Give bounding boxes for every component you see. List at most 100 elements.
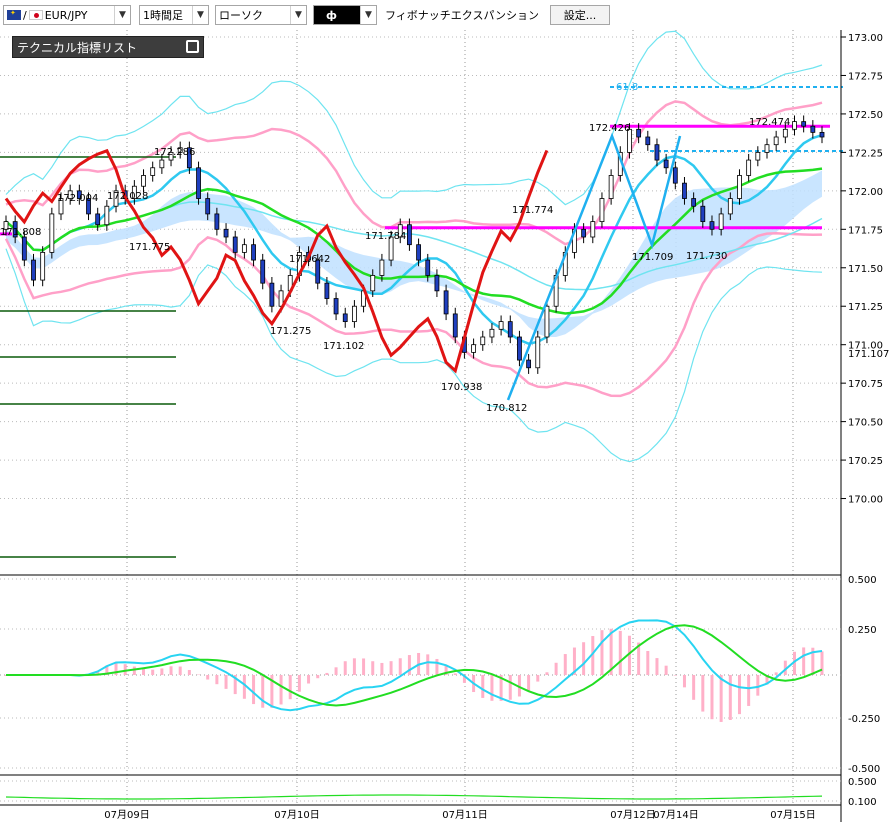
- candle-body: [701, 206, 705, 221]
- candle-body: [747, 160, 751, 175]
- macd-histogram-bar: [490, 675, 493, 701]
- chevron-down-icon[interactable]: ▼: [360, 6, 376, 24]
- symbol-label: EUR/JPY: [45, 9, 88, 22]
- chart-type-select[interactable]: ローソク ▼: [215, 5, 307, 25]
- candle-body: [811, 126, 815, 132]
- x-tick-label: 07月10日: [274, 809, 319, 821]
- macd-histogram-bar: [701, 675, 704, 712]
- macd-histogram-bar: [545, 672, 548, 675]
- macd-histogram-bar: [646, 651, 649, 675]
- macd-histogram-bar: [655, 658, 658, 675]
- candle-body: [233, 237, 237, 252]
- y-tick-label: 170.75: [848, 379, 883, 390]
- price-annotation: 170.938: [441, 382, 482, 393]
- drawing-tool-icon: ф: [314, 9, 337, 22]
- eu-flag-icon: [7, 10, 21, 20]
- y-tick-label: 171.50: [848, 264, 883, 275]
- drawing-tool-select[interactable]: ф ▼: [313, 5, 377, 25]
- candle-body: [343, 314, 347, 322]
- macd-histogram-bar: [344, 661, 347, 675]
- price-annotation: 171.275: [270, 326, 311, 337]
- candle-body: [426, 260, 430, 275]
- macd-histogram-bar: [362, 658, 365, 675]
- timeframe-select[interactable]: 1時間足 ▼: [139, 5, 209, 25]
- macd-histogram-bar: [280, 675, 283, 704]
- price-annotation: 171.775: [129, 242, 170, 253]
- candle-body: [673, 168, 677, 183]
- candle-body: [692, 199, 696, 207]
- candle-body: [517, 337, 521, 360]
- chevron-down-icon[interactable]: ▼: [192, 6, 208, 24]
- fibo-label: 61.8: [616, 82, 638, 93]
- indicator-list-title: テクニカル指標リスト: [17, 39, 137, 56]
- price-annotation: 171.784: [365, 231, 406, 242]
- macd-histogram-bar: [710, 675, 713, 719]
- macd-histogram-bar: [316, 675, 319, 678]
- y-tick-label: 170.25: [848, 456, 883, 467]
- price-annotation: 171.102: [323, 341, 364, 352]
- candle-body: [783, 129, 787, 137]
- macd-tick-label: 0.500: [848, 575, 877, 586]
- macd-histogram-bar: [582, 642, 585, 675]
- macd-tick-label: 0.250: [848, 625, 877, 636]
- candle-body: [142, 175, 146, 186]
- candle-body: [371, 275, 375, 290]
- candle-body: [490, 329, 494, 337]
- drawing-tool-label: フィボナッチエクスパンション: [385, 7, 539, 23]
- macd-histogram-bar: [738, 675, 741, 714]
- candle-body: [527, 360, 531, 368]
- price-annotation: 172.286: [154, 147, 195, 158]
- macd-histogram-bar: [775, 672, 778, 675]
- y-tick-label: 173.00: [848, 33, 883, 44]
- macd-histogram-bar: [536, 675, 539, 682]
- price-annotation: 172.474: [749, 117, 790, 128]
- candle-body: [582, 229, 586, 237]
- macd-histogram-bar: [408, 655, 411, 675]
- candle-body: [380, 260, 384, 275]
- candle-body: [352, 306, 356, 321]
- candle-body: [453, 314, 457, 337]
- macd-histogram-bar: [720, 675, 723, 722]
- candle-body: [50, 214, 54, 252]
- candle-body: [242, 245, 246, 253]
- candle-body: [407, 225, 411, 245]
- candle-body: [756, 152, 760, 160]
- price-annotation: 172.426: [589, 123, 630, 134]
- candle-body: [637, 129, 641, 137]
- macd-tick-label: -0.500: [848, 764, 880, 775]
- bottom-tick-label: 0.100: [848, 797, 877, 808]
- macd-histogram-bar: [619, 631, 622, 675]
- settings-button[interactable]: 設定...: [550, 5, 610, 25]
- price-annotation: 170.812: [486, 403, 527, 414]
- chart-area[interactable]: 172.286172.004172.028171.775171.642171.2…: [0, 30, 894, 822]
- price-annotation: 171.642: [289, 254, 330, 265]
- candle-body: [499, 322, 503, 330]
- price-annotation: 172.004: [57, 193, 98, 204]
- chevron-down-icon[interactable]: ▼: [114, 6, 130, 24]
- candle-body: [206, 199, 210, 214]
- bottom-tick-label: 0.500: [848, 777, 877, 788]
- candle-body: [802, 122, 806, 127]
- chevron-down-icon[interactable]: ▼: [290, 6, 306, 24]
- macd-histogram-bar: [289, 675, 292, 699]
- candle-body: [261, 260, 265, 283]
- macd-histogram-bar: [481, 675, 484, 698]
- macd-histogram-bar: [454, 673, 457, 675]
- macd-histogram-bar: [335, 667, 338, 675]
- macd-histogram-bar: [821, 651, 824, 675]
- maximize-icon[interactable]: [186, 40, 199, 53]
- x-tick-label: 07月11日: [442, 809, 487, 821]
- symbol-select[interactable]: / EUR/JPY ▼: [3, 5, 131, 25]
- macd-histogram-bar: [252, 675, 255, 704]
- macd-histogram-bar: [683, 675, 686, 687]
- indicator-list-panel[interactable]: テクニカル指標リスト: [12, 36, 204, 58]
- macd-histogram-bar: [371, 661, 374, 675]
- candle-body: [591, 222, 595, 237]
- macd-histogram-bar: [435, 659, 438, 675]
- y-tick-label: 170.50: [848, 418, 883, 429]
- macd-histogram-bar: [133, 667, 136, 675]
- settings-label: 設定...: [564, 7, 597, 23]
- macd-histogram-bar: [142, 669, 145, 675]
- price-chart[interactable]: 172.286172.004172.028171.775171.642171.2…: [0, 30, 894, 822]
- macd-histogram-bar: [325, 673, 328, 675]
